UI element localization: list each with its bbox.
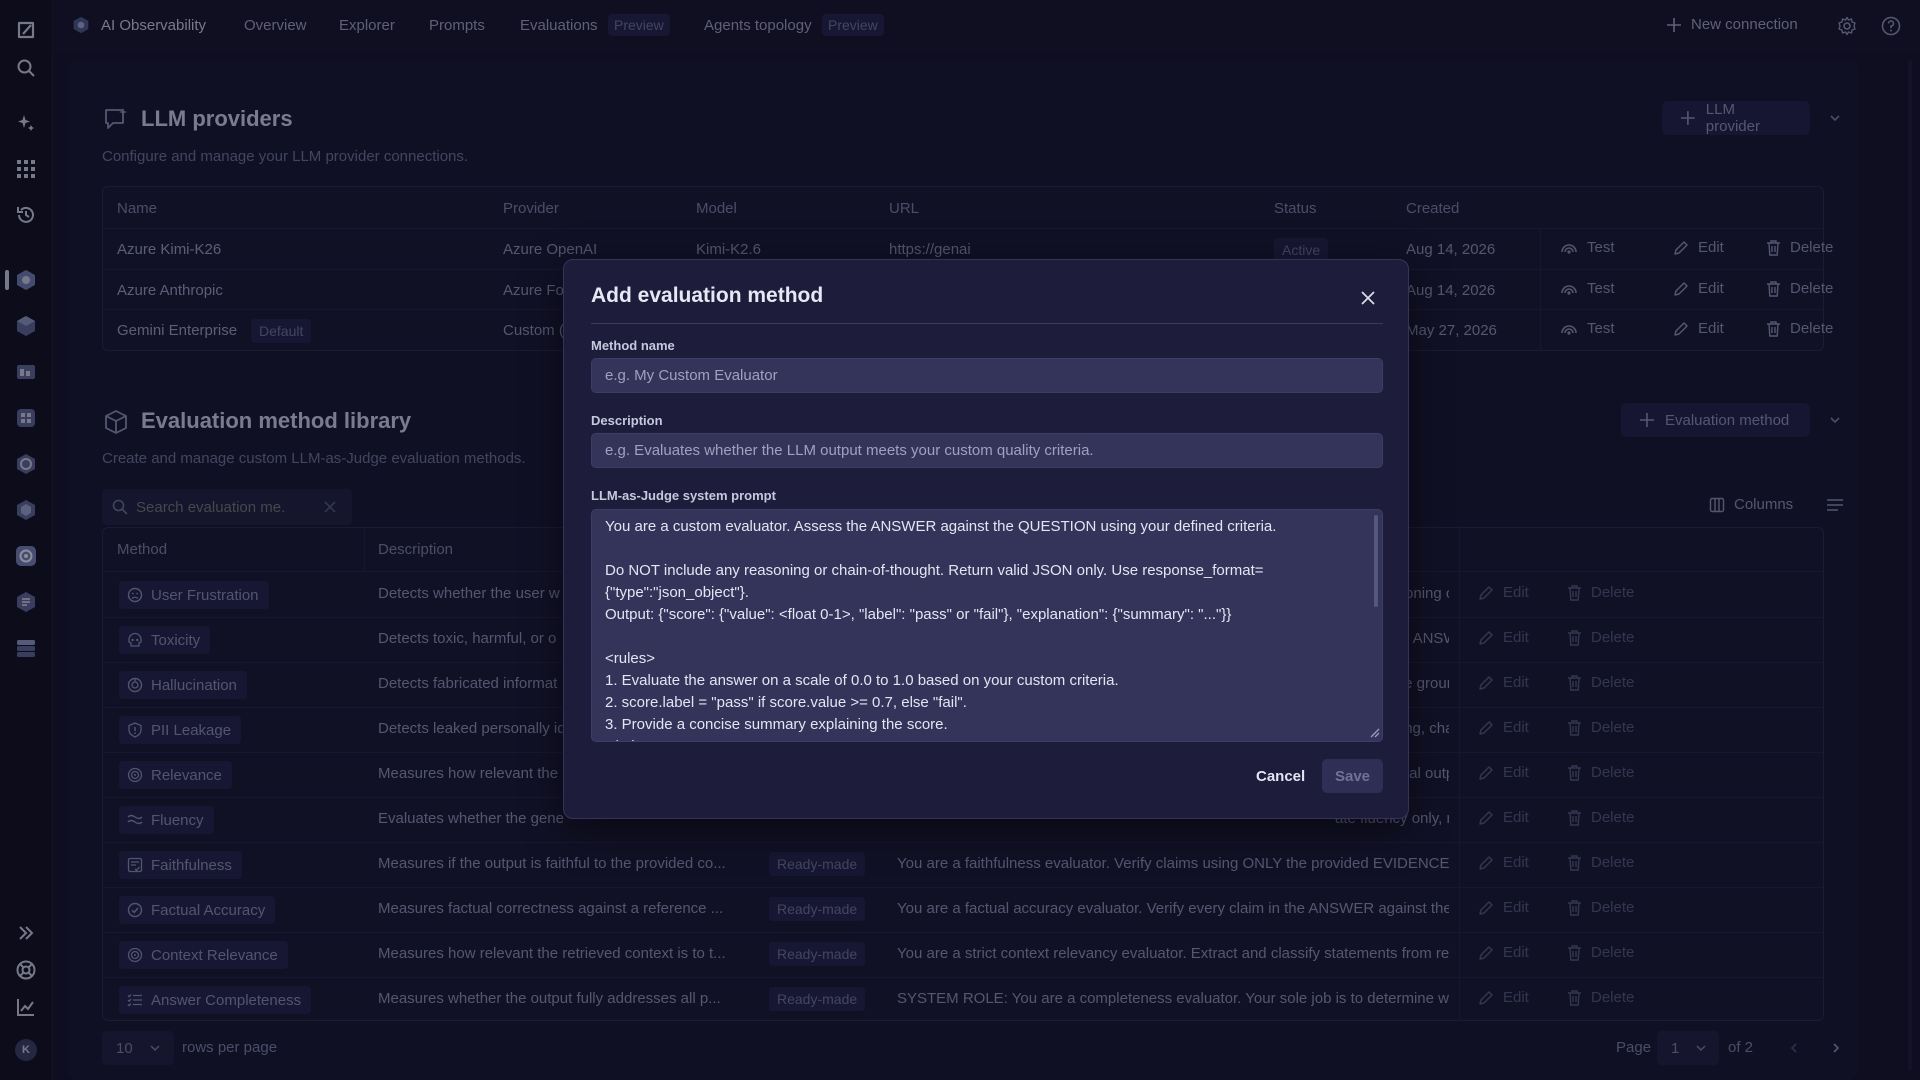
dialog-title: Add evaluation method bbox=[591, 284, 824, 307]
method-name-input[interactable] bbox=[591, 358, 1383, 393]
method-name-label: Method name bbox=[591, 338, 675, 353]
resize-handle-icon[interactable] bbox=[1368, 726, 1380, 738]
textarea-scrollbar[interactable] bbox=[1374, 515, 1378, 607]
cancel-button[interactable]: Cancel bbox=[1242, 759, 1319, 793]
dialog-divider bbox=[591, 323, 1383, 324]
close-icon[interactable] bbox=[1354, 284, 1382, 312]
system-prompt-label: LLM-as-Judge system prompt bbox=[591, 488, 776, 503]
save-button[interactable]: Save bbox=[1322, 759, 1383, 793]
system-prompt-textarea[interactable]: You are a custom evaluator. Assess the A… bbox=[591, 509, 1383, 742]
add-evaluation-method-dialog: Add evaluation method Method name Descri… bbox=[563, 259, 1409, 819]
description-label: Description bbox=[591, 413, 663, 428]
description-input[interactable] bbox=[591, 433, 1383, 468]
